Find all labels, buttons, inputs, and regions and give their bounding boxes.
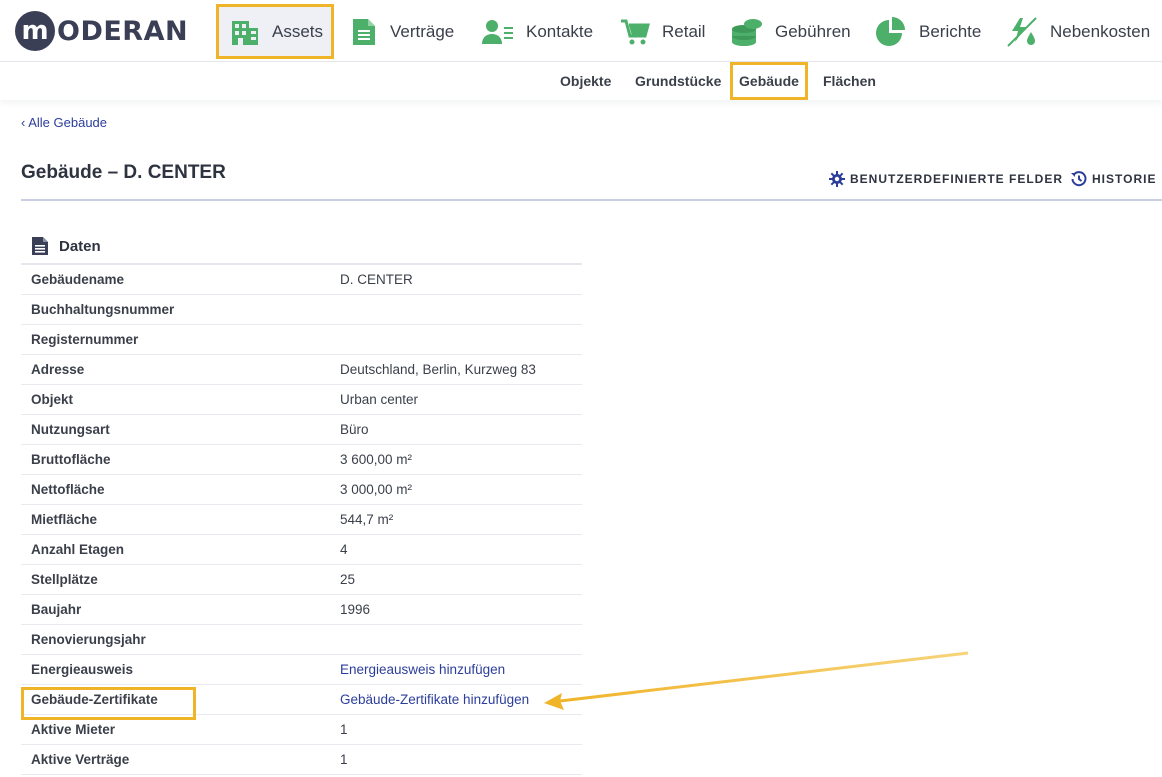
row-value: 3 600,00 m² bbox=[340, 452, 413, 467]
row-label: Mietfläche bbox=[31, 512, 98, 527]
table-row: Stellplätze 25 bbox=[21, 565, 582, 595]
document-icon bbox=[350, 17, 378, 47]
table-row: Aktive Verträge 1 bbox=[21, 745, 582, 775]
row-value: 4 bbox=[340, 542, 348, 557]
utilities-icon bbox=[1006, 16, 1038, 48]
table-row: Gebäudename D. CENTER bbox=[21, 265, 582, 295]
document-icon bbox=[32, 237, 48, 255]
row-value: 3 000,00 m² bbox=[340, 482, 413, 497]
row-label: Renovierungsjahr bbox=[31, 632, 146, 647]
row-label: Gebäudename bbox=[31, 272, 125, 287]
table-row: Bruttofläche 3 600,00 m² bbox=[21, 445, 582, 475]
building-icon bbox=[230, 17, 260, 47]
table-row: Adresse Deutschland, Berlin, Kurzweg 83 bbox=[21, 355, 582, 385]
nav-vertraege[interactable]: Verträge bbox=[350, 4, 454, 59]
gear-icon bbox=[829, 171, 845, 187]
subnav-gebaeude[interactable]: Gebäude bbox=[730, 62, 808, 100]
row-value: Urban center bbox=[340, 392, 419, 407]
table-row: Nettofläche 3 000,00 m² bbox=[21, 475, 582, 505]
table-row: Aktive Mieter 1 bbox=[21, 715, 582, 745]
row-label: Anzahl Etagen bbox=[31, 542, 125, 557]
row-label: Energieausweis bbox=[31, 662, 134, 677]
row-label: Baujahr bbox=[31, 602, 82, 617]
row-value: D. CENTER bbox=[340, 272, 413, 287]
row-value: 25 bbox=[340, 572, 356, 587]
contact-icon bbox=[482, 18, 514, 46]
logo-text: ODERAN bbox=[57, 15, 189, 47]
subnav-objekte[interactable]: Objekte bbox=[560, 62, 611, 100]
row-value: 1 bbox=[340, 722, 348, 737]
table-row: Energieausweis Energieausweis hinzufügen bbox=[21, 655, 582, 685]
nav-assets-label: Assets bbox=[272, 21, 324, 41]
history-label: HISTORIE bbox=[1092, 172, 1157, 186]
nav-berichte[interactable]: Berichte bbox=[875, 4, 981, 59]
logo-mark: m bbox=[15, 11, 55, 51]
shopping-cart-icon bbox=[620, 18, 650, 46]
moderan-logo[interactable]: m ODERAN bbox=[15, 10, 188, 52]
nav-vertraege-label: Verträge bbox=[390, 21, 455, 41]
row-label: Registernummer bbox=[31, 332, 139, 347]
row-value: Deutschland, Berlin, Kurzweg 83 bbox=[340, 362, 536, 377]
row-value: 544,7 m² bbox=[340, 512, 394, 527]
add-energy-certificate-link[interactable]: Energieausweis hinzufügen bbox=[340, 662, 505, 677]
back-to-buildings-link[interactable]: ‹ Alle Gebäude bbox=[21, 115, 107, 130]
history-icon bbox=[1071, 171, 1087, 187]
row-label: Bruttofläche bbox=[31, 452, 111, 467]
history-button[interactable]: HISTORIE bbox=[1071, 171, 1156, 187]
row-label: Stellplätze bbox=[31, 572, 98, 587]
page-title: Gebäude – D. CENTER bbox=[21, 162, 226, 183]
add-building-certificates-link[interactable]: Gebäude-Zertifikate hinzufügen bbox=[340, 692, 529, 707]
section-title-label: Daten bbox=[59, 237, 101, 255]
nav-retail[interactable]: Retail bbox=[620, 4, 705, 59]
table-row: Renovierungsjahr bbox=[21, 625, 582, 655]
table-row: Registernummer bbox=[21, 325, 582, 355]
nav-kontakte-label: Kontakte bbox=[526, 21, 594, 41]
table-row: Baujahr 1996 bbox=[21, 595, 582, 625]
row-label: Adresse bbox=[31, 362, 85, 377]
section-title: Daten bbox=[31, 236, 101, 256]
nav-retail-label: Retail bbox=[662, 21, 706, 41]
row-label: Nettofläche bbox=[31, 482, 105, 497]
row-label: Aktive Verträge bbox=[31, 752, 130, 767]
table-row: Buchhaltungsnummer bbox=[21, 295, 582, 325]
table-row: Anzahl Etagen 4 bbox=[21, 535, 582, 565]
row-label: Buchhaltungsnummer bbox=[31, 302, 175, 317]
row-value: 1996 bbox=[340, 602, 371, 617]
subnav-flaechen[interactable]: Flächen bbox=[823, 62, 876, 100]
row-value: Büro bbox=[340, 422, 369, 437]
pie-chart-icon bbox=[875, 16, 907, 48]
row-label: Gebäude-Zertifikate bbox=[31, 692, 158, 707]
nav-nebenkosten-label: Nebenkosten bbox=[1050, 21, 1151, 41]
row-value: 1 bbox=[340, 752, 348, 767]
nav-nebenkosten[interactable]: Nebenkosten bbox=[1006, 4, 1150, 59]
subnav-grundstuecke[interactable]: Grundstücke bbox=[635, 62, 721, 100]
nav-gebuehren[interactable]: Gebühren bbox=[731, 4, 851, 59]
table-row: Mietfläche 544,7 m² bbox=[21, 505, 582, 535]
top-navigation: m ODERAN Assets Verträge Kontakte Retail… bbox=[0, 0, 1162, 62]
table-row: Objekt Urban center bbox=[21, 385, 582, 415]
row-label: Nutzungsart bbox=[31, 422, 110, 437]
table-row: Gebäude-Zertifikate Gebäude-Zertifikate h… bbox=[21, 685, 582, 715]
table-row: Nutzungsart Büro bbox=[21, 415, 582, 445]
row-label: Aktive Mieter bbox=[31, 722, 116, 737]
nav-berichte-label: Berichte bbox=[919, 21, 982, 41]
sub-navigation: Objekte Grundstücke Gebäude Flächen bbox=[0, 62, 1162, 100]
nav-kontakte[interactable]: Kontakte bbox=[482, 4, 593, 59]
row-label: Objekt bbox=[31, 392, 74, 407]
header-divider bbox=[21, 199, 1162, 201]
nav-assets[interactable]: Assets bbox=[216, 4, 334, 59]
nav-gebuehren-label: Gebühren bbox=[775, 21, 851, 41]
coins-icon bbox=[731, 17, 763, 47]
custom-fields-label: BENUTZERDEFINIERTE FELDER bbox=[850, 172, 1064, 186]
building-data-table: Gebäudename D. CENTER Buchhaltungsnummer … bbox=[21, 263, 582, 775]
custom-fields-button[interactable]: BENUTZERDEFINIERTE FELDER bbox=[829, 171, 1063, 187]
